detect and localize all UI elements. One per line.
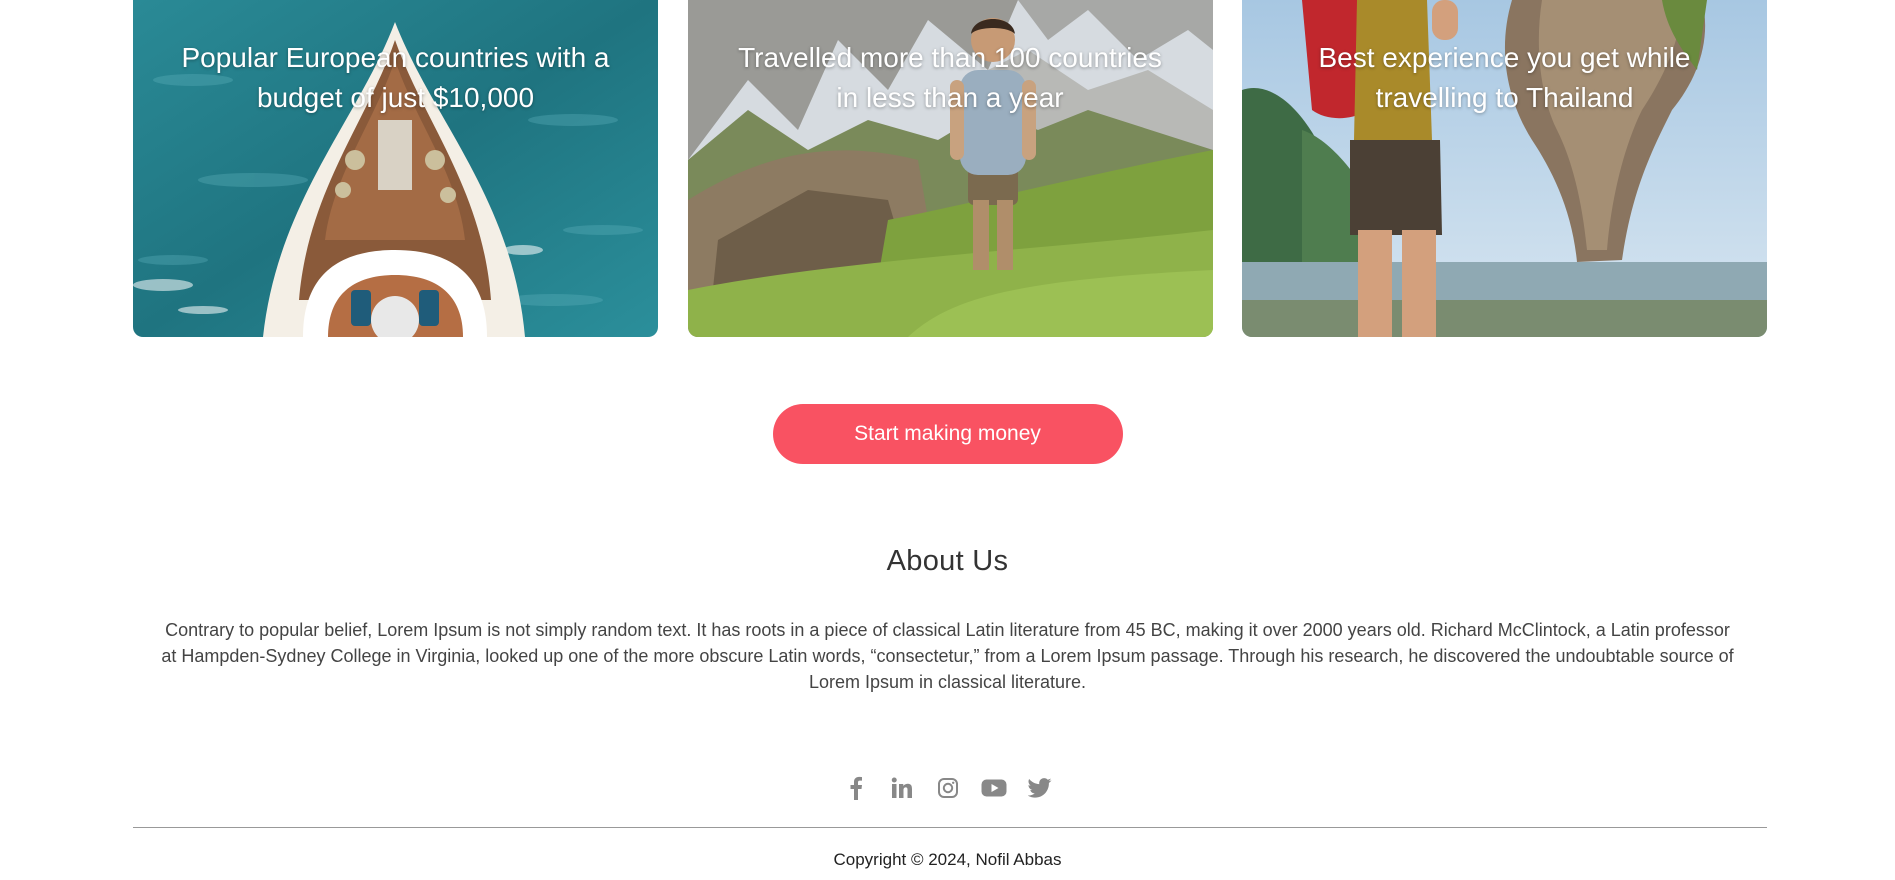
blog-card-europe[interactable]: Popular European countries with a budget… — [133, 0, 658, 337]
facebook-link[interactable] — [843, 775, 869, 801]
copyright-text: Copyright © 2024, Nofil Abbas — [833, 850, 1062, 869]
social-links — [0, 775, 1895, 801]
card-title: Best experience you get while travelling… — [1318, 42, 1691, 113]
about-text: Contrary to popular belief, Lorem Ipsum … — [161, 620, 1734, 692]
footer-divider — [133, 827, 1767, 828]
linkedin-link[interactable] — [889, 775, 915, 801]
page: Popular European countries with a budget… — [0, 0, 1895, 880]
blog-cards: Popular European countries with a budget… — [133, 0, 1767, 337]
twitter-icon — [1027, 778, 1051, 798]
about-title: About Us — [886, 545, 1009, 577]
instagram-link[interactable] — [935, 775, 961, 801]
youtube-link[interactable] — [981, 775, 1007, 801]
cta-wrapper: Start making money — [0, 404, 1895, 464]
facebook-icon — [850, 776, 862, 800]
start-making-money-button[interactable]: Start making money — [772, 404, 1123, 464]
instagram-icon — [937, 778, 958, 798]
linkedin-icon — [891, 777, 912, 798]
blog-card-thailand[interactable]: Best experience you get while travelling… — [1242, 0, 1767, 337]
youtube-icon — [981, 779, 1006, 797]
card-title: Popular European countries with a budget… — [181, 42, 610, 113]
blog-card-travelled[interactable]: Travelled more than 100 countries in les… — [687, 0, 1213, 337]
card-title: Travelled more than 100 countries in les… — [738, 42, 1162, 113]
twitter-link[interactable] — [1027, 775, 1053, 801]
